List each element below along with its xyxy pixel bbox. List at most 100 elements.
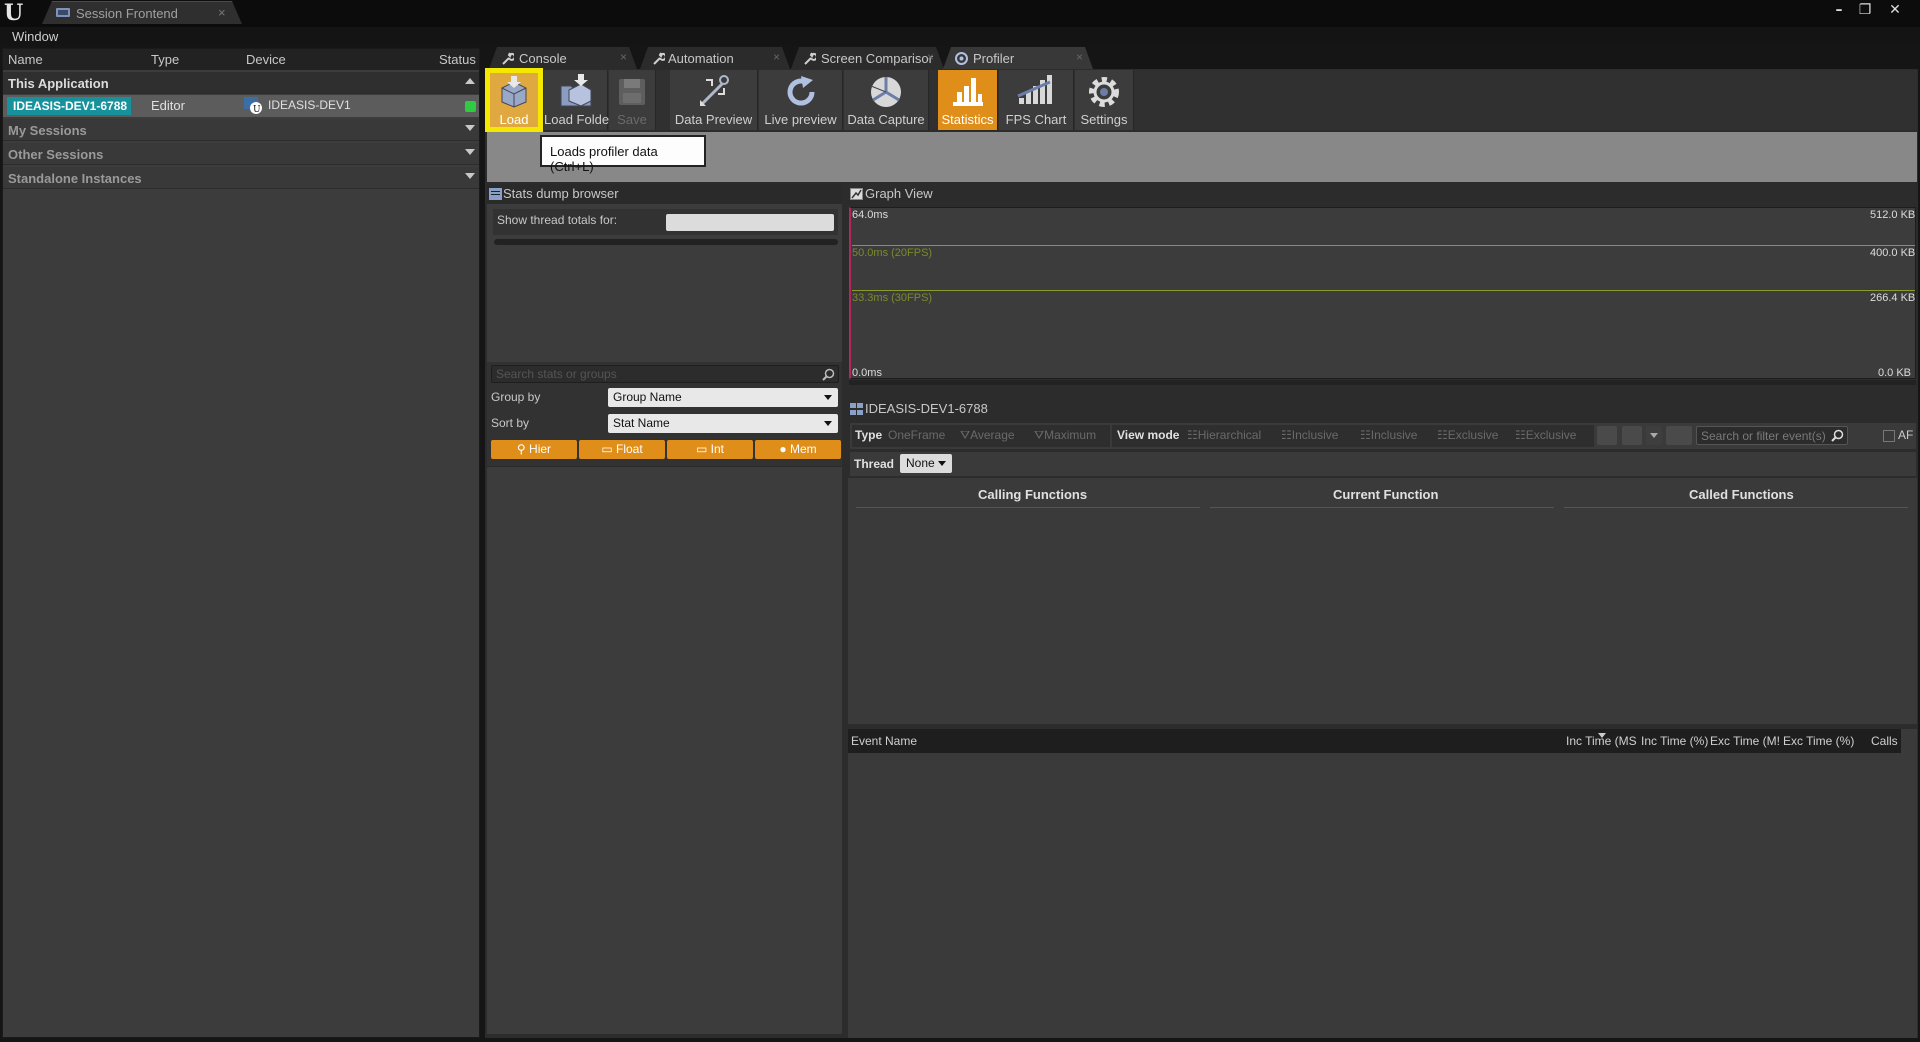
restore-button[interactable]: ❐ (1854, 2, 1876, 20)
graph-scrollbar[interactable] (849, 380, 1916, 385)
history-back-button[interactable] (1597, 426, 1617, 445)
exclusive-icon: ☷ (1515, 428, 1526, 442)
col-device[interactable]: Device (246, 52, 286, 67)
event-graph-icon (850, 403, 863, 415)
col-type[interactable]: Type (151, 52, 179, 67)
group-label: Standalone Instances (8, 171, 142, 186)
current-divider (1210, 507, 1554, 508)
thread-select[interactable]: None (900, 454, 952, 473)
col-exc-time-pct[interactable]: Exc Time (%) (1783, 734, 1854, 748)
data-capture-button[interactable]: Data Capture (844, 70, 929, 130)
data-preview-button[interactable]: Data Preview (670, 70, 758, 130)
mem-button[interactable]: ● Mem (755, 440, 841, 459)
one-frame-button[interactable]: OneFrame (888, 428, 945, 442)
wrench-icon (652, 52, 665, 65)
hierarchical-button[interactable]: ☷Hierarchical (1187, 428, 1261, 442)
exclusive-button-1[interactable]: ☷Exclusive (1437, 428, 1498, 442)
filter-events-input[interactable]: Search or filter event(s) (1696, 426, 1848, 445)
history-forward-button[interactable] (1622, 426, 1642, 445)
fps-chart-icon (1016, 74, 1056, 110)
session-frontend-tab-label: Session Frontend (76, 6, 178, 21)
close-window-button[interactable]: ✕ (1884, 2, 1906, 20)
close-tab-icon[interactable]: × (927, 50, 934, 64)
maximum-button[interactable]: ⛛Maximum (1034, 428, 1096, 443)
int-button[interactable]: ▭ Int (667, 440, 753, 459)
group-by-label: Group by (491, 390, 541, 404)
tab-console[interactable]: Console × (489, 47, 637, 69)
inclusive-button-2[interactable]: ☷Inclusive (1360, 428, 1417, 442)
col-event-name[interactable]: Event Name (851, 734, 917, 748)
live-preview-button[interactable]: Live preview (759, 70, 843, 130)
stats-search-input[interactable]: Search stats or groups (491, 365, 839, 383)
unreal-logo-icon: U (4, 0, 24, 26)
sort-by-value: Stat Name (613, 416, 670, 430)
load-folder-label: Load Folder (544, 112, 614, 127)
save-label: Save (617, 112, 647, 127)
float-button[interactable]: ▭ Float (579, 440, 665, 459)
tab-screen-comparison[interactable]: Screen Comparisor × (791, 47, 944, 69)
statistics-button[interactable]: Statistics (938, 70, 998, 130)
menu-bar (0, 27, 1920, 46)
inclusive-button-1[interactable]: ☷Inclusive (1281, 428, 1338, 442)
expand-arrow-icon[interactable] (465, 149, 475, 155)
group-standalone-instances[interactable]: Standalone Instances (3, 167, 479, 189)
tab-automation[interactable]: Automation × (640, 47, 790, 69)
col-status[interactable]: Status (439, 52, 476, 67)
hier-icon: ⚲ (516, 442, 530, 456)
close-tab-icon[interactable]: × (620, 50, 627, 64)
hierarchical-icon: ☷ (1187, 428, 1198, 442)
session-name: IDEASIS-DEV1-6788 (7, 97, 131, 115)
load-folder-button[interactable]: Load Folder (544, 70, 614, 130)
thread-totals-scrollbar[interactable] (494, 239, 838, 245)
menu-window[interactable]: Window (12, 29, 58, 44)
type-label: Type (855, 428, 883, 442)
graph-mem-30fps: 266.4 KB (1870, 292, 1916, 304)
culling-button[interactable] (1666, 426, 1692, 445)
af-checkbox[interactable] (1883, 430, 1895, 442)
group-by-select[interactable]: Group Name (608, 388, 838, 407)
hier-button[interactable]: ⚲ Hier (491, 440, 577, 459)
exclusive-button-2[interactable]: ☷Exclusive (1515, 428, 1576, 442)
close-tab-icon[interactable]: × (218, 5, 226, 20)
collapse-arrow-icon[interactable] (465, 78, 475, 84)
graph-area[interactable] (849, 207, 1916, 379)
data-capture-icon (868, 74, 904, 110)
view-mode-label: View mode (1117, 428, 1180, 442)
group-label: Other Sessions (8, 147, 104, 162)
group-this-application[interactable]: This Application (3, 72, 479, 94)
save-button[interactable]: Save (609, 70, 656, 130)
tab-profiler[interactable]: Profiler × (943, 47, 1093, 69)
session-row[interactable]: IDEASIS-DEV1-6788 Editor U IDEASIS-DEV1 (3, 95, 479, 117)
close-tab-icon[interactable]: × (773, 50, 780, 64)
tab-label: Console (519, 51, 567, 66)
filter-placeholder: Search or filter event(s) (1701, 429, 1826, 443)
fps-chart-button[interactable]: FPS Chart (999, 70, 1074, 130)
function-details-area (848, 478, 1917, 724)
settings-button[interactable]: Settings (1075, 70, 1134, 130)
exclusive-label: Exclusive (1525, 428, 1577, 442)
group-my-sessions[interactable]: My Sessions (3, 119, 479, 141)
fps-chart-label: FPS Chart (1005, 112, 1067, 127)
mem-icon: ● (779, 442, 790, 456)
af-label: AF (1898, 428, 1914, 442)
history-dropdown-button[interactable] (1646, 426, 1662, 445)
chevron-down-icon (1650, 433, 1658, 438)
minimize-button[interactable]: – (1828, 2, 1850, 20)
group-other-sessions[interactable]: Other Sessions (3, 143, 479, 165)
thread-totals-combo[interactable] (666, 214, 834, 231)
session-frontend-tab[interactable]: Session Frontend × (42, 1, 242, 24)
expand-arrow-icon[interactable] (465, 125, 475, 131)
graph-mem-top: 512.0 KB (1870, 209, 1916, 221)
col-inc-time-pct[interactable]: Inc Time (%) (1641, 734, 1708, 748)
thread-row (850, 452, 1916, 476)
col-exc-time-ms[interactable]: Exc Time (M! (1710, 734, 1780, 748)
sort-by-select[interactable]: Stat Name (608, 414, 838, 433)
event-graph-title: IDEASIS-DEV1-6788 (865, 401, 988, 416)
expand-arrow-icon[interactable] (465, 173, 475, 179)
event-tree-area (848, 729, 1917, 1038)
average-button[interactable]: ⛛Average (960, 428, 1015, 443)
close-tab-icon[interactable]: × (1076, 50, 1083, 64)
mem-label: Mem (789, 442, 817, 456)
col-name[interactable]: Name (8, 52, 43, 67)
col-calls[interactable]: Calls (1871, 734, 1898, 748)
